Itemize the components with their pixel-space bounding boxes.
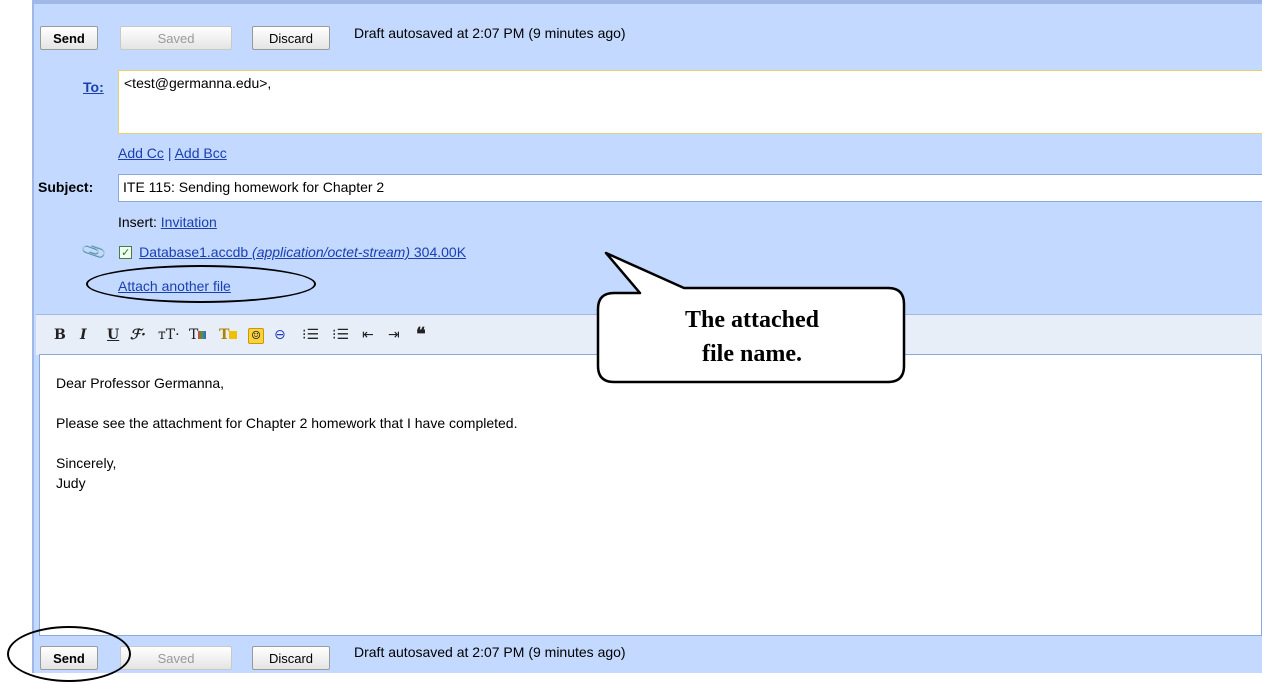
callout-text: The attached file name. bbox=[604, 303, 900, 371]
discard-button-top[interactable]: Discard bbox=[252, 26, 330, 50]
body-paragraph: Please see the attachment for Chapter 2 … bbox=[56, 415, 518, 431]
add-cc-link[interactable]: Add Cc bbox=[118, 145, 164, 161]
autosave-status-top: Draft autosaved at 2:07 PM (9 minutes ag… bbox=[354, 25, 626, 41]
underline-icon[interactable]: U bbox=[107, 327, 119, 345]
body-greeting: Dear Professor Germanna, bbox=[56, 375, 225, 391]
emoticon-icon[interactable]: ☺ bbox=[248, 328, 264, 344]
insert-label: Insert: bbox=[118, 214, 157, 230]
link-icon[interactable]: ⊖ bbox=[274, 327, 286, 345]
attachment-filename: Database1.accdb bbox=[139, 244, 249, 260]
body-closing: Sincerely, bbox=[56, 455, 117, 471]
highlight-color-icon[interactable]: T bbox=[219, 327, 238, 345]
paperclip-icon: 📎 bbox=[80, 238, 109, 266]
to-label-link[interactable]: To: bbox=[83, 79, 104, 95]
text-color-icon[interactable]: T bbox=[189, 327, 207, 345]
attachment-checkbox[interactable]: ✓ bbox=[119, 245, 133, 259]
attachment-size: 304.00K bbox=[413, 244, 467, 260]
bulleted-list-icon[interactable]: ⁝☰ bbox=[332, 327, 349, 345]
callout-line-2: file name. bbox=[702, 341, 802, 367]
body-signature: Judy bbox=[56, 475, 86, 491]
to-field[interactable]: <test@germanna.edu>, bbox=[118, 70, 1262, 134]
cc-bcc-links: Add Cc | Add Bcc bbox=[118, 145, 227, 161]
send-button-top[interactable]: Send bbox=[40, 26, 98, 50]
attachment-mime-type: (application/octet-stream) bbox=[252, 244, 410, 260]
insert-invitation-link[interactable]: Invitation bbox=[161, 214, 217, 230]
add-bcc-link[interactable]: Add Bcc bbox=[175, 145, 227, 161]
insert-row: Insert: Invitation bbox=[118, 214, 217, 230]
message-body-editor[interactable]: Dear Professor Germanna, Please see the … bbox=[39, 354, 1262, 636]
numbered-list-icon[interactable]: ⁝☰ bbox=[302, 327, 319, 345]
to-value: <test@germanna.edu>, bbox=[124, 75, 272, 91]
outdent-icon[interactable]: ⇤ bbox=[362, 327, 374, 345]
send-button-highlight bbox=[7, 626, 131, 682]
saved-button-bottom: Saved bbox=[120, 646, 232, 670]
attach-another-file-highlight bbox=[86, 265, 316, 303]
bold-icon[interactable]: B bbox=[54, 327, 66, 345]
italic-icon[interactable]: I bbox=[80, 327, 87, 345]
font-icon[interactable]: ℱ· bbox=[130, 327, 146, 345]
saved-button-top: Saved bbox=[120, 26, 232, 50]
autosave-status-bottom: Draft autosaved at 2:07 PM (9 minutes ag… bbox=[354, 644, 626, 660]
subject-value: ITE 115: Sending homework for Chapter 2 bbox=[123, 179, 385, 195]
attachment-link[interactable]: Database1.accdb (application/octet-strea… bbox=[139, 244, 466, 260]
discard-button-bottom[interactable]: Discard bbox=[252, 646, 330, 670]
quote-icon[interactable]: ❝ bbox=[416, 326, 426, 345]
subject-label: Subject: bbox=[38, 179, 94, 195]
attachment-row: 📎 ✓ Database1.accdb (application/octet-s… bbox=[80, 238, 466, 265]
cc-bcc-separator: | bbox=[167, 145, 172, 161]
subject-input[interactable]: ITE 115: Sending homework for Chapter 2 bbox=[118, 174, 1262, 202]
callout-line-1: The attached bbox=[685, 307, 819, 333]
indent-icon[interactable]: ⇥ bbox=[388, 327, 400, 345]
text-size-icon[interactable]: тT· bbox=[158, 327, 180, 345]
